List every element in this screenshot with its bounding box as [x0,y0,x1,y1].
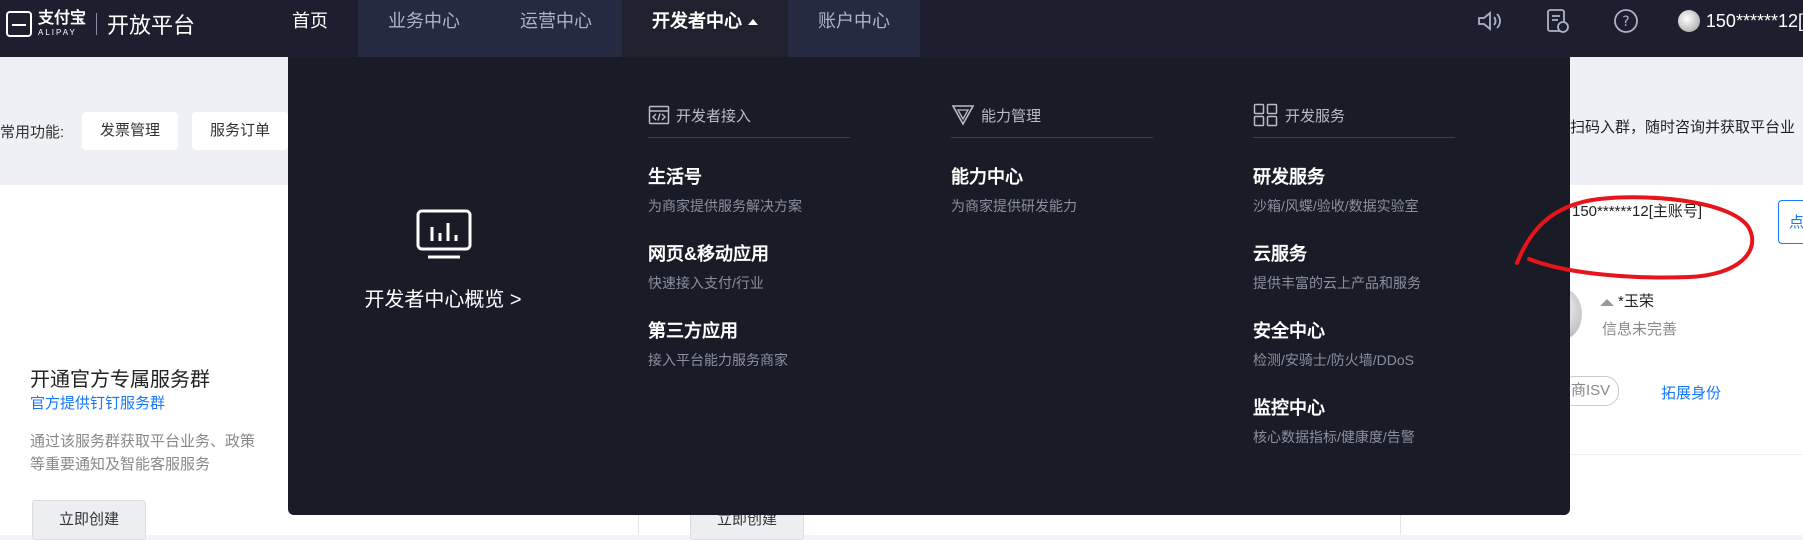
platform-title: 开放平台 [107,13,196,38]
user-menu[interactable]: 150******12[ [1677,10,1803,32]
menu-item-title: 监控中心 [1253,398,1325,418]
menu-item-web-mobile-app[interactable]: 网页&移动应用 快速接入支付/行业 [648,243,850,293]
menu-item-rd-services[interactable]: 研发服务 沙箱/风蝶/验收/数据实验室 [1253,166,1455,216]
triangle-icon [951,105,975,126]
menu-item-security-center[interactable]: 安全中心 检测/安骑士/防火墙/DDoS [1253,320,1455,370]
red-annotation-circle [1515,195,1755,280]
nav-developer-label: 开发者中心 [652,11,742,31]
speaker-icon[interactable] [1476,7,1504,35]
logo-cn: 支付宝 [38,10,87,27]
quick-functions-label: 常用功能: [0,124,65,141]
column-heading: 能力管理 [951,101,1153,138]
alipay-logo[interactable]: 支付宝 ALIPAY 开放平台 [6,8,195,40]
grid-icon [1253,103,1278,127]
service-group-title: 开通官方专属服务群 [30,369,210,391]
logo-en: ALIPAY [38,28,77,37]
service-group-subtitle[interactable]: 官方提供钉钉服务群 [30,392,165,413]
top-icons: ? 150******12[ [1456,0,1803,42]
scan-note-text: 扫码入群，随时咨询并获取平台业 [1570,119,1796,136]
menu-item-title: 研发服务 [1253,167,1325,187]
profile-name: *玉荣 [1600,290,1654,311]
menu-item-desc: 为商家提供服务解决方案 [648,198,802,214]
column-heading-text: 开发服务 [1285,107,1346,125]
nav-account[interactable]: 账户中心 [788,0,920,57]
overview-link[interactable]: 开发者中心概览 > [288,283,598,312]
help-icon[interactable]: ? [1612,7,1640,35]
nav-operations[interactable]: 运营中心 [490,0,622,57]
menu-item-desc: 沙箱/风蝶/验收/数据实验室 [1253,198,1419,214]
svg-text:?: ? [1622,14,1629,30]
nav-home[interactable]: 首页 [262,0,358,57]
alipay-logo-icon [6,11,32,37]
logo-divider [96,13,98,35]
avatar [1677,10,1700,32]
user-name: 150******12[ [1705,10,1803,31]
column-dev-services: 开发服务 研发服务 沙箱/风蝶/验收/数据实验室 云服务 提供丰富的云上产品和服… [1253,101,1455,447]
menu-item-third-party-app[interactable]: 第三方应用 接入平台能力服务商家 [648,320,850,370]
top-bar: 支付宝 ALIPAY 开放平台 首页 业务中心 运营中心 开发者中心 账户中心 … [0,0,1803,57]
code-icon [648,105,670,125]
service-order-button[interactable]: 服务订单 [192,112,289,150]
menu-item-title: 安全中心 [1253,321,1325,341]
menu-item-life-account[interactable]: 生活号 为商家提供服务解决方案 [648,166,850,216]
menu-item-monitoring-center[interactable]: 监控中心 核心数据指标/健康度/告警 [1253,397,1455,447]
info-status: 信息未完善 [1602,321,1678,338]
menu-item-cloud-services[interactable]: 云服务 提供丰富的云上产品和服务 [1253,243,1455,293]
menu-item-title: 网页&移动应用 [648,244,769,264]
column-heading: 开发者接入 [648,101,850,138]
house-icon [1600,298,1614,306]
blue-tab[interactable]: 点 [1778,200,1803,244]
menu-item-desc: 核心数据指标/健康度/告警 [1253,429,1415,445]
invoice-button[interactable]: 发票管理 [82,112,179,150]
column-heading-text: 能力管理 [981,107,1042,125]
monitor-chart-icon [416,209,472,259]
document-icon[interactable] [1544,7,1572,35]
divider [1568,454,1803,455]
service-group-desc: 通过该服务群获取平台业务、政策等重要通知及智能客服服务 [30,433,256,473]
menu-item-title: 生活号 [648,167,702,187]
caret-up-icon [748,19,758,26]
expand-identity-link[interactable]: 拓展身份 [1661,382,1721,403]
column-developer-access: 开发者接入 生活号 为商家提供服务解决方案 网页&移动应用 快速接入支付/行业 … [648,101,850,370]
create-button[interactable]: 立即创建 [32,500,147,540]
menu-item-desc: 为商家提供研发能力 [951,198,1077,214]
column-heading-text: 开发者接入 [676,107,752,125]
menu-item-desc: 提供丰富的云上产品和服务 [1253,275,1421,291]
menu-item-title: 能力中心 [951,167,1023,187]
main-nav: 首页 业务中心 运营中心 开发者中心 账户中心 [262,0,920,57]
profile-name-text: *玉荣 [1618,293,1654,310]
menu-item-capability-center[interactable]: 能力中心 为商家提供研发能力 [951,166,1153,216]
overview-section: 开发者中心概览 > [288,57,598,515]
nav-business[interactable]: 业务中心 [358,0,490,57]
developer-center-dropdown: 开发者中心概览 > 开发者接入 生活号 为商家提供服务解决方案 网页&移动应用 … [288,57,1755,515]
menu-item-desc: 检测/安骑士/防火墙/DDoS [1253,352,1415,368]
nav-developer[interactable]: 开发者中心 [622,0,788,57]
menu-item-title: 第三方应用 [648,321,738,341]
column-heading: 开发服务 [1253,101,1455,138]
menu-item-desc: 快速接入支付/行业 [648,275,764,291]
scan-note: 扫码入群，随时咨询并获取平台业 [1562,116,1795,137]
menu-item-title: 云服务 [1253,244,1307,264]
column-capability-management: 能力管理 能力中心 为商家提供研发能力 [951,101,1153,216]
menu-item-desc: 接入平台能力服务商家 [648,352,788,368]
